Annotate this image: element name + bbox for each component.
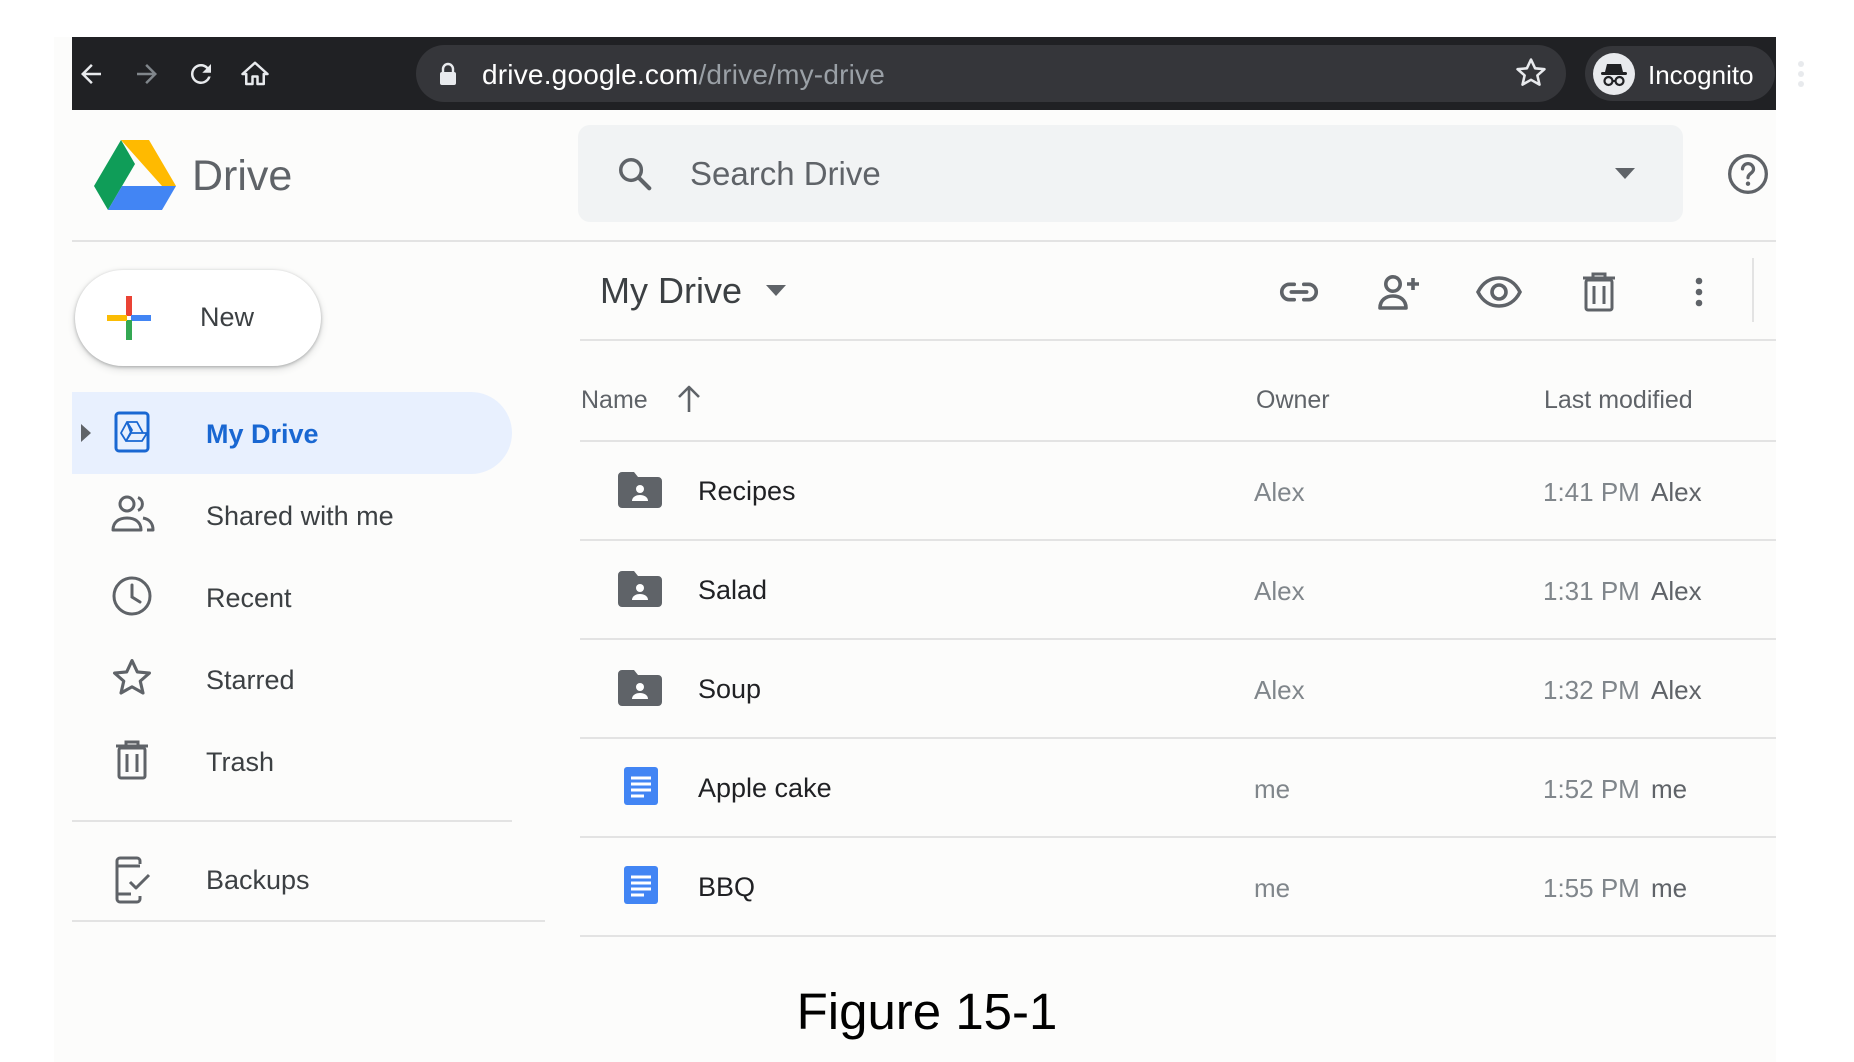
backup-icon [110, 856, 154, 909]
file-owner: me [1254, 873, 1291, 903]
file-modified-time: 1:52 PM [1543, 774, 1640, 804]
sidebar-item-backups[interactable]: Backups [72, 838, 512, 920]
file-row[interactable]: Recipes Alex 1:41 PM Alex [580, 442, 1776, 541]
file-name: Apple cake [698, 773, 832, 803]
toolbar-divider [580, 339, 1776, 341]
file-row[interactable]: Salad Alex 1:31 PM Alex [580, 541, 1776, 640]
link-icon[interactable] [1271, 264, 1327, 320]
sidebar-item-trash[interactable]: Trash [72, 720, 512, 802]
sidebar-item-recent[interactable]: Recent [72, 556, 512, 638]
new-button[interactable]: New [75, 270, 321, 366]
file-modified-time: 1:41 PM [1543, 477, 1640, 507]
forward-arrow-icon[interactable] [124, 51, 170, 97]
header-divider [72, 240, 1776, 242]
url-host: drive.google.com [482, 59, 699, 90]
sidebar-item-label: My Drive [206, 419, 319, 449]
browser-toolbar: drive.google.com/drive/my-drive Incognit… [72, 37, 1804, 110]
share-person-add-icon[interactable] [1371, 264, 1427, 320]
location-title[interactable]: My Drive [600, 270, 742, 312]
incognito-label: Incognito [1648, 60, 1754, 90]
file-owner: Alex [1254, 477, 1305, 507]
sidebar-item-shared-with-me[interactable]: Shared with me [72, 474, 512, 556]
sidebar-item-label: Trash [206, 747, 275, 777]
incognito-profile-button[interactable]: Incognito [1585, 46, 1775, 101]
file-row[interactable]: BBQ me 1:55 PM me [580, 838, 1776, 937]
incognito-icon [1593, 53, 1635, 95]
search-input[interactable] [690, 149, 1570, 199]
help-icon[interactable] [1726, 152, 1770, 201]
sidebar-item-label: Shared with me [206, 501, 394, 531]
file-modified-time: 1:32 PM [1543, 675, 1640, 705]
file-owner: Alex [1254, 576, 1305, 606]
google-doc-icon [624, 866, 658, 909]
shared-folder-icon [618, 571, 662, 612]
sort-arrow-up-icon[interactable] [676, 384, 702, 419]
lock-icon[interactable] [438, 62, 458, 91]
search-icon[interactable] [616, 155, 654, 198]
sidebar-item-starred[interactable]: Starred [72, 638, 512, 720]
file-modified-by: me [1651, 774, 1688, 804]
people-icon [110, 492, 156, 541]
sidebar-item-label: Starred [206, 665, 295, 695]
file-modified-by: Alex [1651, 477, 1702, 507]
bookmark-star-icon[interactable] [1514, 56, 1548, 95]
sidebar-item-label: Recent [206, 583, 292, 613]
file-modified-by: Alex [1651, 675, 1702, 705]
new-button-label: New [200, 302, 255, 332]
my-drive-icon [110, 410, 154, 459]
clock-icon [110, 574, 154, 623]
sidebar-divider [72, 820, 512, 822]
trash-icon [110, 738, 154, 787]
figure-caption: Figure 15-1 [796, 983, 1058, 1040]
file-modified-by: me [1651, 873, 1688, 903]
more-vertical-icon[interactable] [1671, 264, 1727, 320]
shared-folder-icon [618, 670, 662, 711]
shared-folder-icon [618, 472, 662, 513]
file-owner: me [1254, 774, 1291, 804]
file-name: Salad [698, 575, 768, 605]
drive-logo[interactable] [94, 138, 176, 217]
reload-icon[interactable] [178, 51, 224, 97]
file-owner: Alex [1254, 675, 1305, 705]
file-modified-time: 1:55 PM [1543, 873, 1640, 903]
file-name: Recipes [698, 476, 796, 506]
url-text: drive.google.com/drive/my-drive [482, 59, 885, 91]
file-modified-by: Alex [1651, 576, 1702, 606]
url-path: /drive/my-drive [698, 59, 886, 90]
plus-icon [105, 294, 153, 347]
more-vertical-icon[interactable] [1794, 51, 1808, 102]
google-doc-icon [624, 767, 658, 810]
file-modified-time: 1:31 PM [1543, 576, 1640, 606]
sidebar-item-label: Backups [206, 865, 310, 895]
preview-eye-icon[interactable] [1471, 264, 1527, 320]
toolbar-vertical-divider [1752, 258, 1754, 322]
column-header-name[interactable]: Name [581, 386, 648, 415]
file-name: Soup [698, 674, 762, 704]
column-header-last-modified[interactable]: Last modified [1544, 386, 1693, 415]
search-bar[interactable] [578, 125, 1683, 222]
app-title: Drive [192, 152, 293, 200]
search-options-dropdown-icon[interactable] [1615, 167, 1635, 185]
star-icon [110, 656, 154, 705]
delete-trash-icon[interactable] [1571, 264, 1627, 320]
address-bar[interactable]: drive.google.com/drive/my-drive [416, 45, 1566, 102]
back-arrow-icon[interactable] [68, 51, 114, 97]
file-row[interactable]: Soup Alex 1:32 PM Alex [580, 640, 1776, 739]
chevron-down-icon[interactable] [766, 284, 786, 302]
sidebar-item-my-drive[interactable]: My Drive [72, 392, 512, 474]
sidebar-bottom-divider [72, 920, 545, 922]
home-icon[interactable] [232, 51, 278, 97]
file-row[interactable]: Apple cake me 1:52 PM me [580, 739, 1776, 838]
expand-arrow-icon[interactable] [80, 424, 92, 447]
file-name: BBQ [698, 872, 756, 902]
column-header-owner: Owner [1256, 386, 1330, 414]
